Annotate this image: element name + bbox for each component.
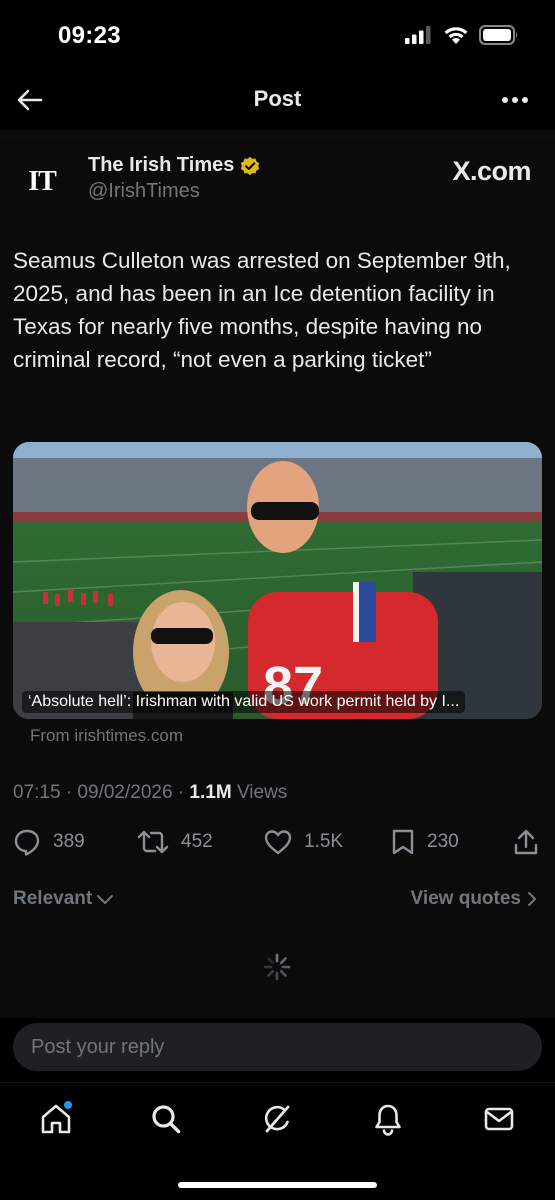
author-name[interactable]: The Irish Times: [88, 154, 234, 177]
repost-button[interactable]: 452: [137, 824, 213, 860]
repost-icon: [137, 830, 169, 854]
messages-envelope-icon: [484, 1107, 514, 1131]
link-source[interactable]: From irishtimes.com: [30, 726, 183, 746]
status-bar: 09:23: [0, 0, 555, 72]
bookmark-icon: [392, 829, 414, 855]
sort-relevant-label: Relevant: [13, 888, 93, 909]
like-count: 1.5K: [304, 831, 344, 852]
bookmark-button[interactable]: 230: [391, 824, 459, 860]
status-time: 09:23: [58, 22, 121, 49]
grok-icon: [264, 1105, 290, 1133]
share-button[interactable]: [513, 824, 539, 860]
heart-icon: [264, 830, 292, 855]
post-meta: 07:15 · 09/02/2026 · 1.1M Views: [13, 782, 287, 804]
header-divider: [0, 130, 555, 138]
reply-button[interactable]: 389: [13, 824, 85, 860]
battery-icon: [479, 25, 518, 45]
verified-badge-icon: [241, 156, 260, 175]
reply-input[interactable]: [13, 1023, 542, 1071]
share-icon: [514, 829, 538, 855]
page-title: Post: [253, 86, 302, 111]
sort-relevant-dropdown[interactable]: Relevant: [13, 888, 114, 910]
reply-area: [0, 1018, 555, 1082]
link-card-caption: ‘Absolute hell’: Irishman with valid US …: [22, 691, 466, 713]
cellular-signal-icon: [405, 26, 431, 44]
chevron-right-icon: [528, 892, 536, 906]
more-options-button[interactable]: [499, 86, 531, 114]
link-card[interactable]: 87 ‘Absolute hell’: Irishman with valid …: [13, 442, 542, 719]
author-avatar[interactable]: IT: [18, 158, 66, 206]
nav-notifications[interactable]: [368, 1099, 408, 1139]
search-icon: [152, 1105, 181, 1134]
nav-grok[interactable]: [257, 1099, 297, 1139]
status-icons: [405, 25, 519, 45]
post-actions: 389 452 1.5K 230: [0, 824, 555, 864]
author-name-row[interactable]: The Irish Times: [88, 154, 260, 177]
article-photo: 87: [13, 442, 542, 719]
post-text: Seamus Culleton was arrested on Septembe…: [13, 248, 511, 372]
reply-count: 389: [53, 831, 85, 852]
like-button[interactable]: 1.5K: [264, 824, 343, 860]
views-label: Views: [231, 782, 288, 803]
bottom-navigation: [0, 1082, 555, 1200]
views-count: 1.1M: [189, 782, 232, 803]
nav-home[interactable]: [36, 1099, 76, 1139]
nav-search[interactable]: [146, 1099, 186, 1139]
repost-count: 452: [181, 831, 213, 852]
top-navigation: Post: [0, 72, 555, 130]
reply-bubble-icon: [14, 829, 40, 856]
wifi-icon: [444, 27, 468, 44]
view-quotes-label: View quotes: [410, 888, 521, 909]
post-timestamp: 07:15 · 09/02/2026 ·: [13, 782, 190, 803]
notification-dot: [64, 1101, 72, 1109]
notifications-bell-icon: [375, 1104, 401, 1136]
author-handle[interactable]: @IrishTimes: [88, 180, 200, 203]
view-quotes-link[interactable]: View quotes: [410, 888, 537, 910]
source-brand: X.com: [452, 156, 531, 186]
home-indicator: [178, 1182, 377, 1188]
post-card: IT The Irish Times @IrishTimes X.com Sea…: [0, 138, 555, 1018]
bookmark-count: 230: [427, 831, 459, 852]
nav-messages[interactable]: [479, 1099, 519, 1139]
more-horizontal-icon: [502, 97, 528, 103]
loading-spinner-icon: [263, 953, 291, 981]
chevron-down-icon: [97, 895, 114, 904]
